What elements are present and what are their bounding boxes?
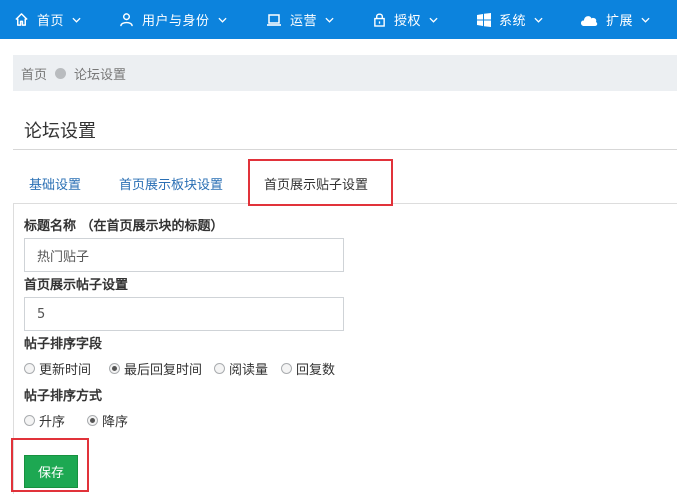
chevron-down-icon (217, 17, 227, 23)
chevron-down-icon (429, 17, 438, 23)
sort-field-group: 更新时间 最后回复时间 阅读量 回复数 (24, 359, 349, 378)
post-count-input[interactable] (24, 297, 344, 331)
nav-label: 运营 (290, 14, 318, 29)
radio-button[interactable] (214, 363, 226, 374)
radio-label: 最后回复时间 (124, 363, 203, 378)
radio-button[interactable] (281, 363, 293, 374)
sort-order-group: 升序 降序 (24, 411, 142, 430)
nav-item-operations[interactable]: 运营 (266, 0, 334, 39)
user-icon (119, 12, 134, 27)
sort-field-option-updated[interactable]: 更新时间 (24, 359, 91, 378)
tab-home-post-settings[interactable]: 首页展示贴子设置 (264, 174, 368, 193)
radio-button[interactable] (24, 415, 35, 426)
chevron-down-icon (325, 17, 334, 23)
lock-icon (373, 12, 386, 27)
home-icon (14, 12, 29, 27)
radio-label: 阅读量 (229, 363, 269, 378)
nav-item-system[interactable]: 系统 (477, 0, 543, 39)
nav-item-extensions[interactable]: 扩展 (580, 0, 650, 39)
title-divider (13, 149, 677, 150)
sort-field-option-last-reply[interactable]: 最后回复时间 (109, 359, 202, 378)
nav-label: 授权 (394, 14, 422, 29)
sort-order-label: 帖子排序方式 (24, 389, 103, 404)
post-count-label: 首页展示帖子设置 (24, 278, 129, 293)
nav-label: 扩展 (606, 14, 634, 29)
nav-label: 系统 (499, 14, 527, 29)
breadcrumb-home-link[interactable]: 首页 (21, 64, 47, 83)
chevron-down-icon (641, 17, 650, 23)
radio-label: 更新时间 (39, 363, 92, 378)
radio-label: 回复数 (296, 363, 336, 378)
cloud-icon (580, 14, 598, 26)
breadcrumb-separator-icon (55, 67, 67, 79)
laptop-icon (266, 13, 282, 27)
radio-button[interactable] (87, 415, 99, 426)
title-name-input[interactable] (24, 238, 344, 272)
chevron-down-icon (534, 17, 543, 23)
title-name-label: 标题名称 （在首页展示块的标题） (24, 219, 224, 234)
sort-order-option-desc[interactable]: 降序 (87, 411, 128, 430)
chevron-down-icon (72, 17, 81, 23)
nav-label: 首页 (37, 14, 65, 29)
tab-basic-settings[interactable]: 基础设置 (29, 174, 81, 193)
nav-label: 用户与身份 (142, 14, 210, 29)
breadcrumb: 首页 论坛设置 (13, 55, 677, 91)
nav-item-home[interactable]: 首页 (14, 0, 81, 39)
top-nav: 首页 用户与身份 运营 授权 系统 扩展 (0, 0, 677, 39)
sort-field-option-replies[interactable]: 回复数 (281, 359, 335, 378)
radio-label: 升序 (39, 415, 66, 430)
sort-field-label: 帖子排序字段 (24, 337, 103, 352)
radio-label: 降序 (102, 415, 129, 430)
radio-button[interactable] (109, 363, 121, 374)
save-button[interactable]: 保存 (24, 455, 78, 488)
sort-order-option-asc[interactable]: 升序 (24, 411, 65, 430)
tab-home-board-settings[interactable]: 首页展示板块设置 (119, 174, 223, 193)
windows-icon (477, 12, 491, 27)
breadcrumb-current: 论坛设置 (74, 67, 127, 83)
sort-field-option-views[interactable]: 阅读量 (214, 359, 268, 378)
page-title: 论坛设置 (24, 121, 96, 142)
radio-button[interactable] (24, 363, 35, 374)
nav-item-authorization[interactable]: 授权 (373, 0, 438, 39)
nav-item-users[interactable]: 用户与身份 (119, 0, 227, 39)
